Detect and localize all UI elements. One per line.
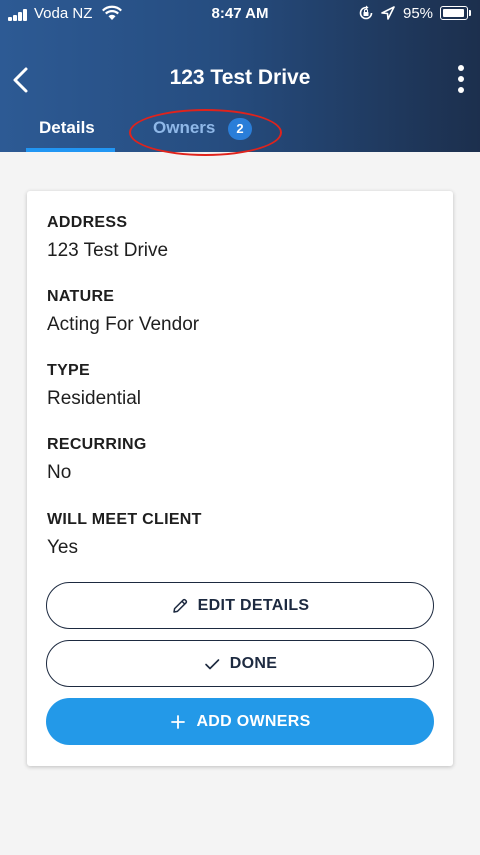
address-label: ADDRESS: [47, 214, 128, 231]
battery-tip: [469, 10, 471, 16]
type-value: Residential: [47, 388, 141, 409]
pencil-icon: [172, 598, 187, 613]
battery-percent: 95%: [403, 5, 434, 22]
app-header: Voda NZ 8:47 AM 95% 123 Test Drive Detai…: [0, 0, 480, 156]
orientation-lock-icon: [359, 5, 373, 20]
nature-label: NATURE: [47, 288, 115, 305]
battery-icon: [440, 6, 468, 20]
address-value: 123 Test Drive: [47, 240, 169, 261]
more-vertical-icon[interactable]: [452, 62, 470, 96]
nature-value: Acting For Vendor: [47, 314, 200, 335]
page-title: 123 Test Drive: [169, 66, 311, 89]
done-label: DONE: [229, 654, 278, 672]
edit-details-label: EDIT DETAILS: [197, 596, 310, 614]
tab-details[interactable]: Details: [39, 118, 95, 138]
done-button[interactable]: DONE: [46, 640, 434, 687]
plus-icon: [171, 714, 186, 729]
recurring-value: No: [47, 462, 72, 483]
add-owners-label: ADD OWNERS: [196, 712, 311, 730]
status-bar: Voda NZ 8:47 AM 95%: [0, 0, 480, 28]
will-meet-client-label: WILL MEET CLIENT: [47, 511, 202, 528]
check-icon: [204, 658, 220, 669]
add-owners-button[interactable]: ADD OWNERS: [46, 698, 434, 745]
will-meet-client-value: Yes: [47, 537, 78, 558]
recurring-label: RECURRING: [47, 436, 147, 453]
annotation-circle: [129, 109, 282, 156]
active-tab-indicator: [26, 148, 115, 152]
edit-details-button[interactable]: EDIT DETAILS: [46, 582, 434, 629]
location-icon: [381, 6, 395, 20]
type-label: TYPE: [47, 362, 90, 379]
details-card: ADDRESS 123 Test Drive NATURE Acting For…: [27, 191, 453, 766]
